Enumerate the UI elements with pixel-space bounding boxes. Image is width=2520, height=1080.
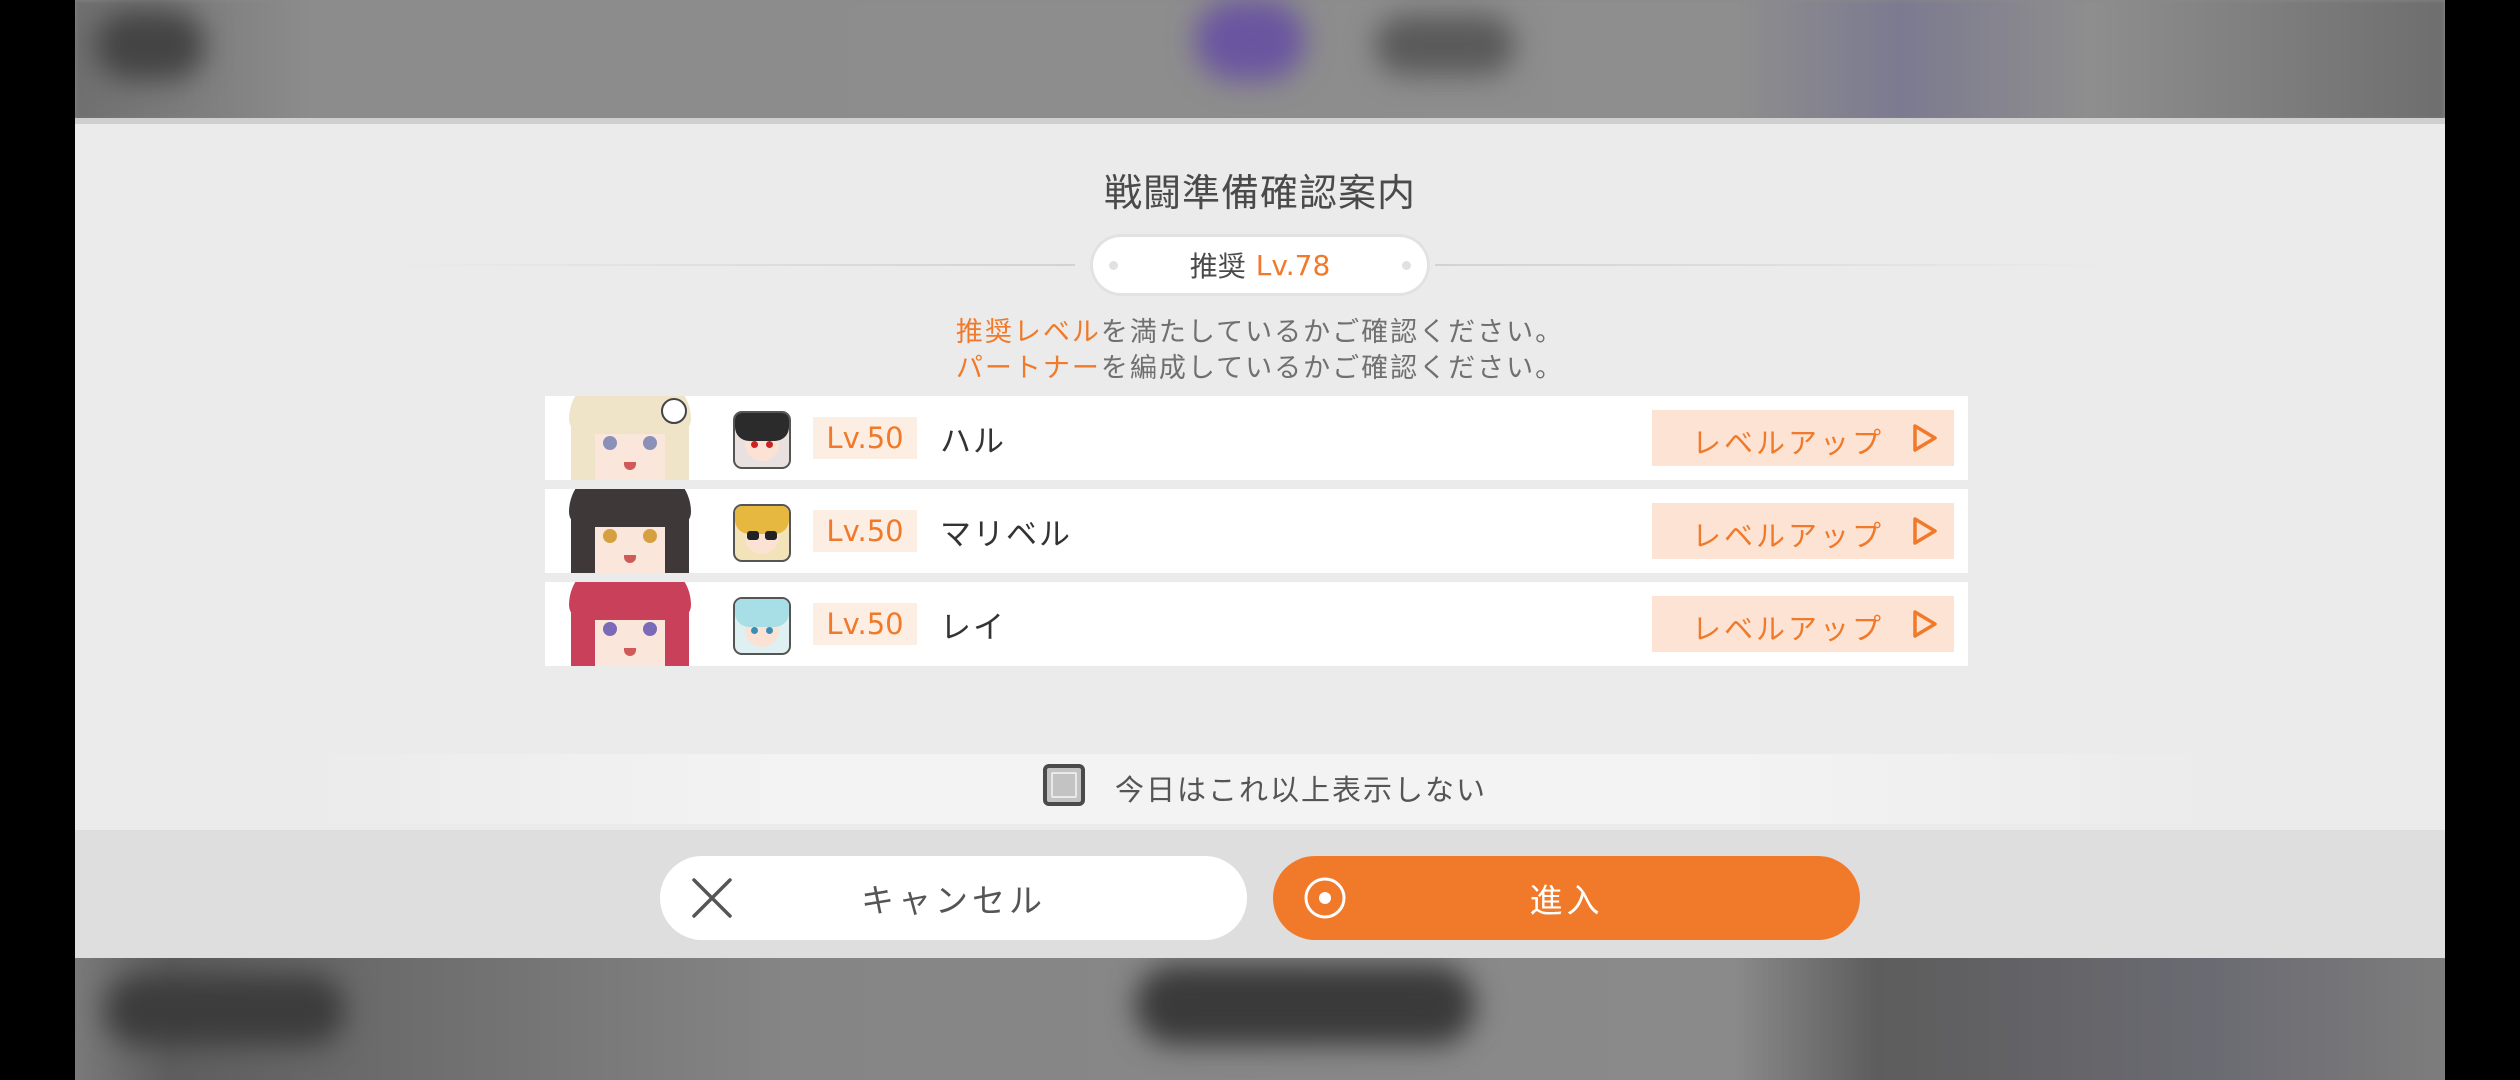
notice-line: パートナーを編成しているかご確認ください。 — [75, 346, 2445, 385]
partner-avatar — [733, 504, 791, 562]
level-up-label: レベルアップ — [1692, 426, 1885, 460]
blurred-background-element — [105, 975, 345, 1045]
character-row: Lv.50 ハル レベルアップ — [545, 396, 1968, 480]
notice-highlight: パートナー — [955, 353, 1101, 384]
character-name: マリベル — [940, 517, 1072, 553]
recommended-level-pill: 推奨 Lv.78 — [1093, 237, 1427, 293]
level-up-button[interactable]: レベルアップ — [1652, 410, 1954, 466]
blurred-background-element — [95, 10, 205, 80]
level-up-label: レベルアップ — [1692, 612, 1885, 646]
notice-line: 推奨レベルを満たしているかご確認ください。 — [75, 310, 2445, 349]
recommended-label: 推奨 — [1189, 250, 1246, 283]
enter-label: 進入 — [1529, 881, 1604, 920]
character-row: Lv.50 マリベル レベルアップ — [545, 489, 1968, 573]
pill-dot — [1109, 261, 1118, 270]
battle-prep-dialog: 戦闘準備確認案内 推奨 Lv.78 推奨レベルを満たしているかご確認ください。 … — [75, 118, 2445, 958]
character-portrait — [565, 489, 695, 573]
character-portrait — [565, 582, 695, 666]
notice-text: を満たしているかご確認ください。 — [1100, 317, 1565, 348]
cancel-button[interactable]: キャンセル — [660, 856, 1247, 940]
blurred-background-element — [1135, 965, 1475, 1045]
blurred-background-element — [1375, 15, 1515, 75]
level-badge: Lv.50 — [813, 603, 917, 645]
play-triangle-icon — [1913, 424, 1937, 452]
level-badge: Lv.50 — [813, 417, 917, 459]
character-name: ハル — [940, 424, 1006, 460]
level-up-label: レベルアップ — [1692, 519, 1885, 553]
level-up-button[interactable]: レベルアップ — [1652, 503, 1954, 559]
dialog-title: 戦闘準備確認案内 — [1103, 171, 1416, 215]
dialog-footer — [75, 830, 2445, 958]
dialog-body: 戦闘準備確認案内 推奨 Lv.78 推奨レベルを満たしているかご確認ください。 … — [75, 124, 2445, 832]
pill-dot — [1402, 261, 1411, 270]
notice-highlight: 推奨レベル — [955, 317, 1101, 348]
recommended-level-value: Lv.78 — [1255, 248, 1331, 282]
partner-avatar — [733, 411, 791, 469]
divider-left — [395, 264, 1075, 266]
partner-avatar — [733, 597, 791, 655]
blurred-background-element — [1195, 0, 1305, 80]
notice-text: を編成しているかご確認ください。 — [1100, 353, 1565, 384]
skip-today-label[interactable]: 今日はこれ以上表示しない — [1115, 767, 1487, 809]
game-screen: 戦闘準備確認案内 推奨 Lv.78 推奨レベルを満たしているかご確認ください。 … — [75, 0, 2445, 1080]
character-portrait — [565, 396, 695, 480]
skip-today-checkbox[interactable] — [1043, 764, 1085, 806]
play-triangle-icon — [1913, 610, 1937, 638]
play-triangle-icon — [1913, 517, 1937, 545]
level-badge: Lv.50 — [813, 510, 917, 552]
enter-button[interactable]: 進入 — [1273, 856, 1860, 940]
cancel-label: キャンセル — [861, 881, 1046, 920]
character-row: Lv.50 レイ レベルアップ — [545, 582, 1968, 666]
level-up-button[interactable]: レベルアップ — [1652, 596, 1954, 652]
divider-right — [1435, 264, 2115, 266]
character-name: レイ — [940, 610, 1006, 646]
